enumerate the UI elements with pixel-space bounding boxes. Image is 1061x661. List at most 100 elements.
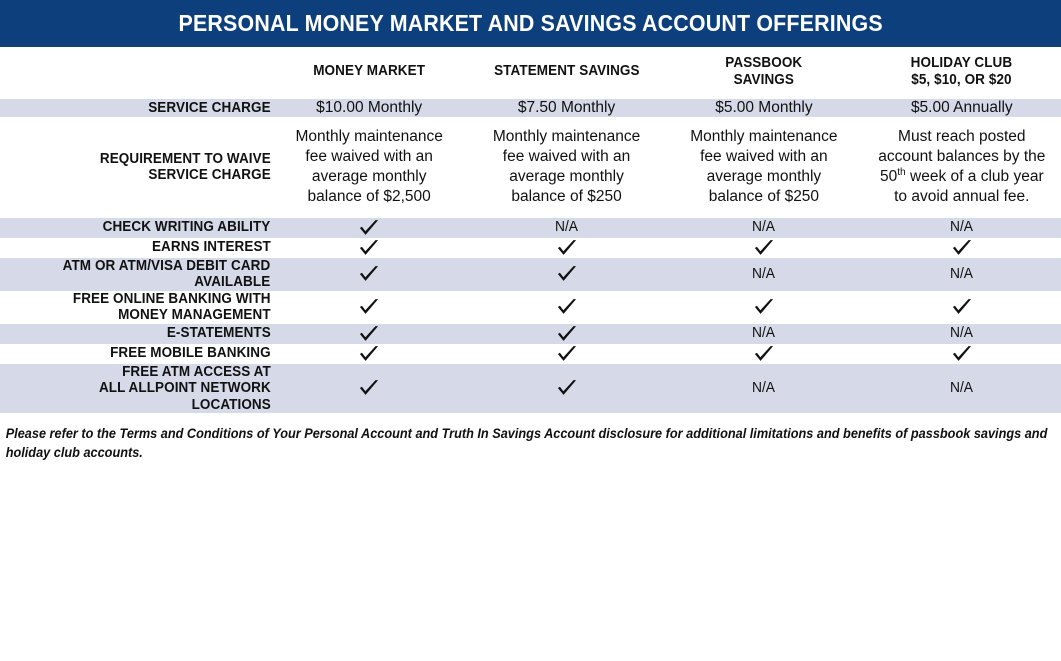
offerings-table-body: MONEY MARKET STATEMENT SAVINGS PASSBOOK SAV… [0, 47, 1061, 414]
column-header-label: MONEY MARKET [313, 62, 426, 80]
table-corner-cell [0, 47, 271, 99]
table-row: FREE MOBILE BANKING [0, 343, 1061, 364]
row-label-text: EARNS INTEREST [151, 239, 271, 256]
cell-value: N/A [752, 218, 776, 236]
check-icon [358, 238, 380, 258]
title-banner: PERSONAL MONEY MARKET AND SAVINGS ACCOUN… [0, 0, 1061, 47]
cell-check [665, 237, 863, 258]
row-label-text: SERVICE CHARGE [148, 99, 271, 116]
cell-value: N/A [950, 264, 974, 282]
cell-not-available: N/A [665, 323, 863, 344]
row-label: REQUIREMENT TO WAIVE SERVICE CHARGE [0, 117, 271, 218]
column-header-label: PASSBOOK SAVINGS [725, 54, 803, 89]
footnote: Please refer to the Terms and Conditions… [5, 426, 1048, 460]
cell-text: Monthly maintenance fee waived with an a… [665, 117, 863, 218]
column-header-4: HOLIDAY CLUB $5, $10, or $20 [862, 47, 1061, 99]
cell-text: $7.50 Monthly [467, 98, 666, 118]
table-row: CHECK WRITING ABILITY N/A N/A N/A [0, 217, 1061, 238]
cell-not-available: N/A [862, 363, 1061, 414]
cell-text: $10.00 Monthly [270, 98, 468, 118]
row-label: SERVICE CHARGE [0, 98, 271, 118]
cell-value: $10.00 Monthly [316, 98, 423, 116]
cell-text: $5.00 Monthly [665, 98, 863, 118]
column-header-sub: $5, $10, or $20 [911, 70, 1012, 88]
cell-value: $5.00 Monthly [715, 98, 813, 116]
check-icon [358, 378, 380, 398]
offerings-sheet: PERSONAL MONEY MARKET AND SAVINGS ACCOUN… [0, 0, 1061, 661]
check-icon [556, 344, 578, 364]
table-row: SERVICE CHARGE $10.00 Monthly $7.50 Monthl… [0, 98, 1061, 118]
row-label-text: E-STATEMENTS [166, 325, 271, 342]
row-label: FREE MOBILE BANKING [0, 343, 271, 364]
column-header-name: MONEY MARKET [313, 62, 426, 80]
check-icon [358, 324, 380, 344]
cell-not-available: N/A [862, 217, 1061, 238]
check-icon [951, 238, 973, 258]
row-label: ATM OR ATM/VISA DEBIT CARD AVAILABLE [0, 257, 271, 291]
check-icon [556, 238, 578, 258]
cell-value: Monthly maintenance fee waived with an a… [690, 128, 838, 205]
check-icon [556, 378, 578, 398]
cell-not-available: N/A [467, 217, 666, 238]
cell-not-available: N/A [665, 257, 863, 291]
table-row: EARNS INTEREST [0, 237, 1061, 258]
cell-check [665, 290, 863, 324]
cell-check [467, 237, 666, 258]
cell-check [270, 363, 468, 414]
cell-not-available: N/A [665, 217, 863, 238]
row-label-text: FREE ATM ACCESS AT ALL ALLPOINT NETWORK LO… [98, 363, 271, 413]
cell-value: N/A [950, 379, 974, 397]
table-row: REQUIREMENT TO WAIVE SERVICE CHARGE Monthl… [0, 117, 1061, 218]
row-label: EARNS INTEREST [0, 237, 271, 258]
row-label-text: ATM OR ATM/VISA DEBIT CARD AVAILABLE [62, 257, 271, 291]
column-header-name: STATEMENT SAVINGS [493, 62, 640, 80]
row-label-text: CHECK WRITING ABILITY [102, 219, 271, 236]
check-icon [951, 297, 973, 317]
column-header-1: MONEY MARKET [270, 47, 468, 99]
check-icon [556, 297, 578, 317]
cell-check [467, 290, 666, 324]
cell-check [862, 237, 1061, 258]
column-header-name: HOLIDAY CLUB [910, 54, 1013, 71]
row-label-text: FREE MOBILE BANKING [109, 345, 271, 362]
column-header-name: PASSBOOK [725, 54, 803, 71]
row-label: FREE ONLINE BANKING WITH MONEY MANAGEMENT [0, 290, 271, 324]
check-icon [358, 344, 380, 364]
cell-value: N/A [950, 218, 974, 236]
cell-check [862, 290, 1061, 324]
check-icon [358, 218, 380, 238]
check-icon [753, 297, 775, 317]
cell-value: N/A [752, 324, 776, 342]
cell-value: N/A [950, 324, 974, 342]
row-label: CHECK WRITING ABILITY [0, 217, 271, 238]
cell-check [467, 323, 666, 344]
cell-check [270, 323, 468, 344]
cell-text: Monthly maintenance fee waived with an a… [270, 117, 468, 218]
row-label: E-STATEMENTS [0, 323, 271, 344]
cell-value: N/A [752, 264, 776, 282]
check-icon [556, 264, 578, 284]
cell-check [467, 257, 666, 291]
cell-check [665, 343, 863, 364]
cell-value: N/A [555, 218, 579, 236]
check-icon [556, 324, 578, 344]
table-row: FREE ONLINE BANKING WITH MONEY MANAGEMENT [0, 290, 1061, 324]
row-label-text: REQUIREMENT TO WAIVE SERVICE CHARGE [99, 150, 271, 184]
cell-text: Must reach posted account balances by th… [862, 117, 1061, 218]
column-header-label: HOLIDAY CLUB $5, $10, or $20 [910, 54, 1013, 89]
column-header-sub: SAVINGS [733, 70, 795, 88]
cell-value: N/A [752, 379, 776, 397]
check-icon [753, 344, 775, 364]
cell-not-available: N/A [862, 323, 1061, 344]
cell-check [467, 363, 666, 414]
check-icon [358, 297, 380, 317]
cell-value: Must reach posted account balances by th… [878, 128, 1046, 205]
cell-value: $7.50 Monthly [517, 98, 616, 116]
cell-not-available: N/A [665, 363, 863, 414]
cell-value: Monthly maintenance fee waived with an a… [492, 128, 641, 205]
row-label: FREE ATM ACCESS AT ALL ALLPOINT NETWORK LO… [0, 363, 271, 414]
page-title: PERSONAL MONEY MARKET AND SAVINGS ACCOUN… [178, 10, 883, 36]
cell-value: $5.00 Annually [910, 98, 1013, 116]
cell-check [270, 290, 468, 324]
column-header-2: STATEMENT SAVINGS [467, 47, 666, 99]
